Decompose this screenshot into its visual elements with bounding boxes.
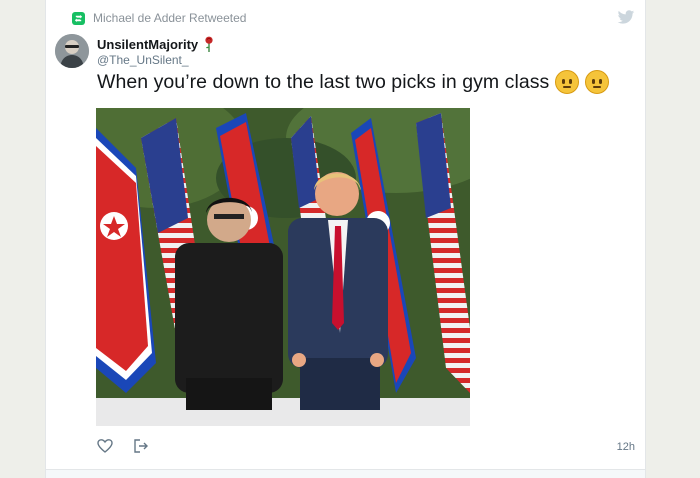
author-handle[interactable]: @The_UnSilent_ (97, 53, 189, 67)
share-icon[interactable] (133, 438, 149, 454)
retweet-label[interactable]: Michael de Adder Retweeted (93, 11, 246, 25)
tweet-card: Michael de Adder Retweeted UnsilentMajor… (45, 0, 646, 470)
next-tweet-edge (45, 470, 646, 478)
tweet-photo[interactable] (96, 108, 470, 426)
retweet-context: Michael de Adder Retweeted (72, 10, 246, 26)
twitter-bird-icon (617, 10, 635, 24)
rose-emoji (205, 36, 213, 52)
author-row: UnsilentMajority (97, 36, 215, 52)
retweet-icon (72, 11, 85, 25)
avatar[interactable] (55, 34, 89, 68)
neutral-face-emoji (585, 70, 610, 94)
author-display-name[interactable]: UnsilentMajority (97, 37, 198, 52)
timestamp[interactable]: 12h (617, 441, 635, 453)
tweet-actions (97, 438, 149, 454)
heart-icon[interactable] (97, 438, 113, 454)
tweet-body: When you’re down to the last two picks i… (97, 70, 610, 94)
neutral-face-emoji (555, 70, 580, 94)
tweet-text: When you’re down to the last two picks i… (97, 70, 550, 93)
